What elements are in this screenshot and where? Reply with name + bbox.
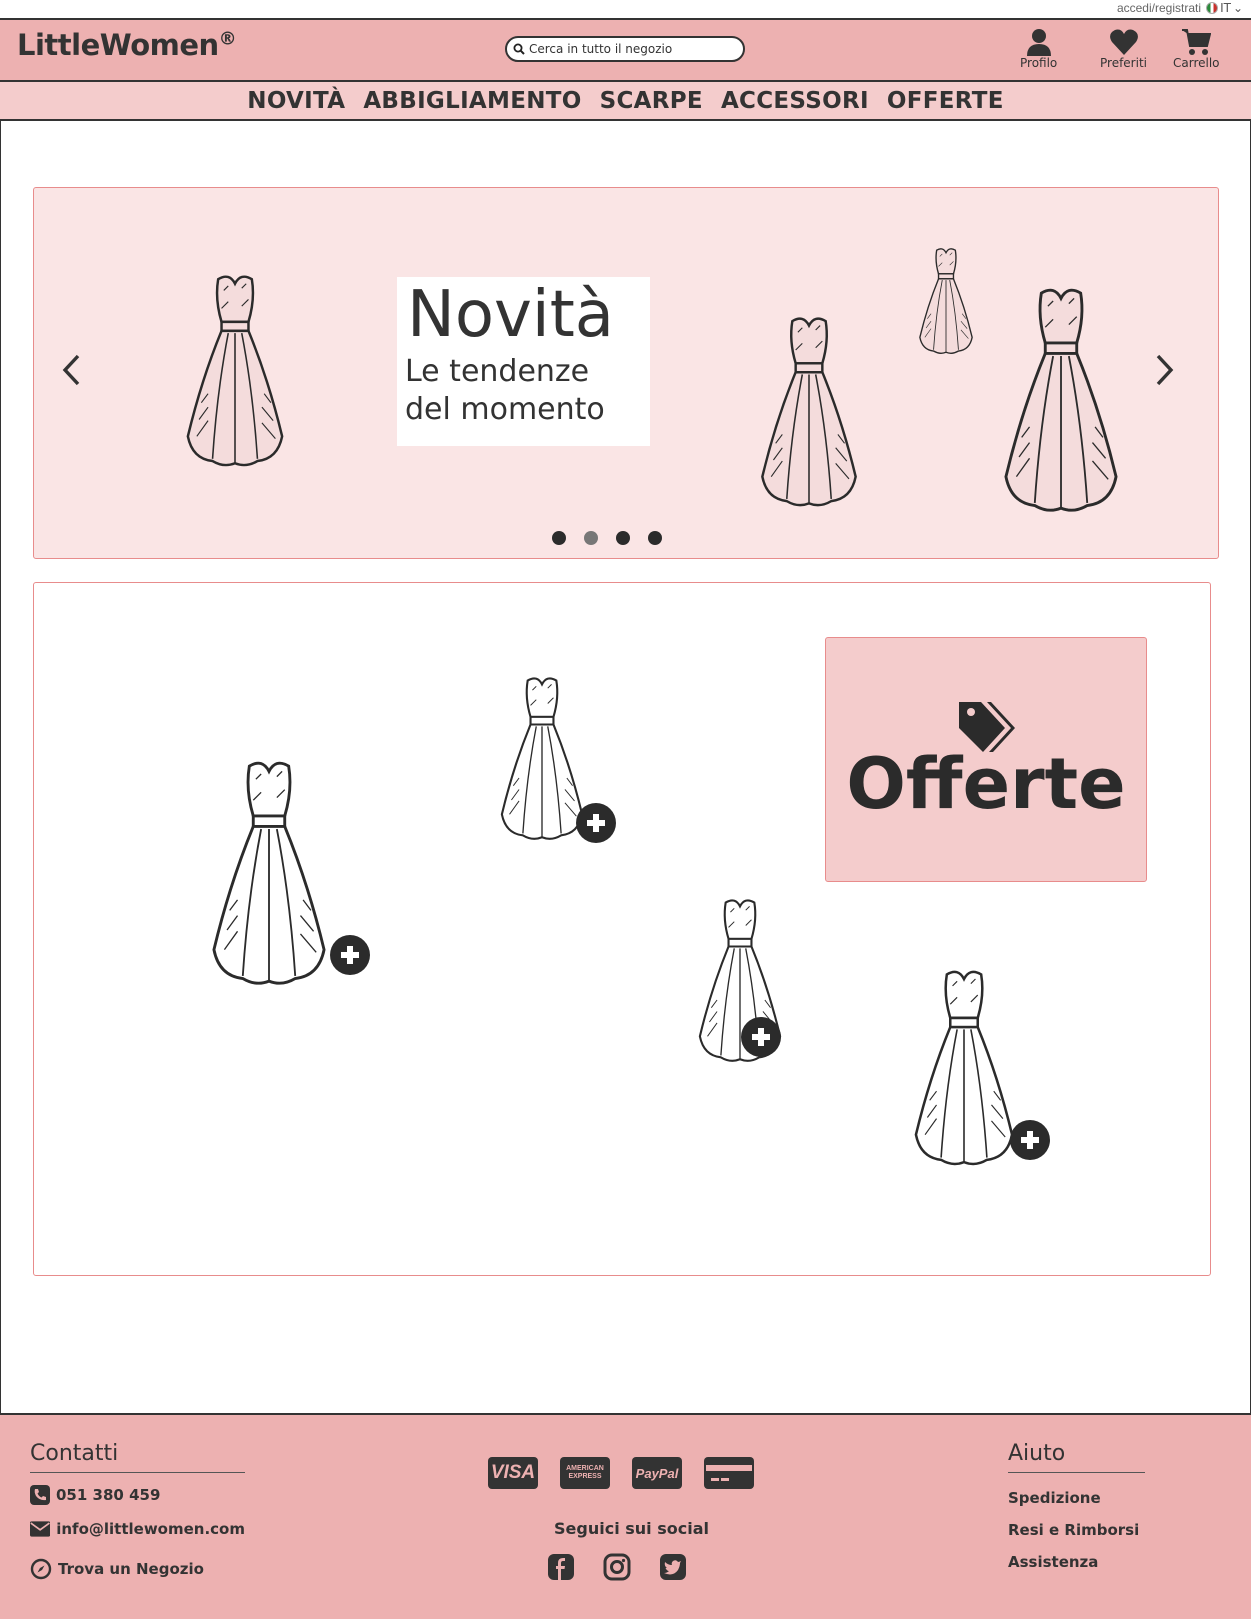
contacts-section: Contatti 051 380 459 info@littlewomen.co… xyxy=(30,1441,245,1581)
favorites-label: Preferiti xyxy=(1100,56,1147,70)
mail-icon xyxy=(30,1521,51,1537)
language-label: IT xyxy=(1220,1,1231,15)
dress-image xyxy=(919,248,973,354)
login-link[interactable]: accedi/registrati xyxy=(1117,1,1201,15)
add-product-button[interactable] xyxy=(1010,1120,1050,1160)
phone-icon xyxy=(30,1485,50,1505)
add-product-button[interactable] xyxy=(576,803,616,843)
logo-text: LittleWomen xyxy=(17,28,219,62)
phone-number: 051 380 459 xyxy=(56,1486,161,1504)
cart-button[interactable]: Carrello xyxy=(1173,28,1220,70)
payment-methods: VISA AMERICAN EXPRESS PayPal xyxy=(488,1457,754,1489)
search-input[interactable] xyxy=(529,42,729,56)
help-link-shipping[interactable]: Spedizione xyxy=(1008,1489,1145,1507)
visa-icon: VISA xyxy=(488,1457,538,1489)
carousel-dot[interactable] xyxy=(648,531,662,545)
carousel-dot[interactable] xyxy=(552,531,566,545)
registered-mark: ® xyxy=(218,28,237,50)
main-nav: NOVITÀ ABBIGLIAMENTO SCARPE ACCESSORI OF… xyxy=(0,82,1251,121)
paypal-icon: PayPal xyxy=(632,1457,682,1489)
visa-label: VISA xyxy=(490,1462,536,1483)
hero-subtitle-line1: Le tendenze xyxy=(405,354,590,389)
search-icon xyxy=(513,43,525,55)
help-link-returns[interactable]: Resi e Rimborsi xyxy=(1008,1521,1145,1539)
logo[interactable]: LittleWomen® xyxy=(17,28,237,62)
nav-item-abbigliamento[interactable]: ABBIGLIAMENTO xyxy=(363,88,581,114)
dress-image xyxy=(698,899,782,1062)
add-product-button[interactable] xyxy=(741,1017,781,1057)
utility-bar: accedi/registrati IT ⌄ xyxy=(0,0,1251,20)
plus-icon xyxy=(587,814,605,832)
paypal-label: PayPal xyxy=(635,1465,679,1481)
header: LittleWomen® Profilo Preferiti Carrello xyxy=(0,20,1251,82)
email-contact[interactable]: info@littlewomen.com xyxy=(30,1517,245,1541)
cart-label: Carrello xyxy=(1173,56,1220,70)
nav-item-scarpe[interactable]: SCARPE xyxy=(600,88,703,114)
help-section: Aiuto Spedizione Resi e Rimborsi Assiste… xyxy=(1008,1441,1145,1571)
heart-icon xyxy=(1109,29,1138,55)
footer: Contatti 051 380 459 info@littlewomen.co… xyxy=(0,1413,1251,1619)
social-links xyxy=(547,1553,687,1585)
social-title: Seguici sui social xyxy=(554,1519,709,1538)
amex-icon: AMERICAN EXPRESS xyxy=(560,1457,610,1489)
dress-image xyxy=(761,317,857,507)
plus-icon xyxy=(341,946,359,964)
help-title: Aiuto xyxy=(1008,1441,1145,1473)
facebook-icon[interactable] xyxy=(547,1553,575,1585)
carousel-dot[interactable] xyxy=(616,531,630,545)
carousel-next-icon[interactable] xyxy=(1152,353,1176,387)
hero-subtitle-line2: del momento xyxy=(405,392,605,427)
nav-item-accessori[interactable]: ACCESSORI xyxy=(721,88,869,114)
nav-item-novita[interactable]: NOVITÀ xyxy=(247,88,345,114)
language-selector[interactable]: IT ⌄ xyxy=(1206,1,1243,15)
profile-button[interactable]: Profilo xyxy=(1020,28,1057,70)
store-locator[interactable]: Trova un Negozio xyxy=(30,1557,245,1581)
contacts-title: Contatti xyxy=(30,1441,245,1473)
credit-card-glyph xyxy=(706,1458,752,1488)
credit-card-icon xyxy=(704,1457,754,1489)
user-icon xyxy=(1026,29,1051,56)
italy-flag-icon xyxy=(1206,2,1219,14)
help-link-support[interactable]: Assistenza xyxy=(1008,1553,1145,1571)
plus-icon xyxy=(752,1028,770,1046)
add-product-button[interactable] xyxy=(330,935,370,975)
email-address: info@littlewomen.com xyxy=(56,1520,245,1538)
chevron-down-icon: ⌄ xyxy=(1232,1,1243,15)
compass-icon xyxy=(30,1558,52,1580)
offers-card[interactable]: Offerte xyxy=(825,637,1147,882)
hero-caption: Novità Le tendenze del momento xyxy=(397,277,650,446)
search-bar xyxy=(505,36,745,62)
twitter-icon[interactable] xyxy=(659,1553,687,1585)
nav-item-offerte[interactable]: OFFERTE xyxy=(887,88,1004,114)
carousel-prev-icon[interactable] xyxy=(60,353,84,387)
favorites-button[interactable]: Preferiti xyxy=(1100,28,1147,70)
profile-label: Profilo xyxy=(1020,56,1058,70)
carousel-indicators xyxy=(552,531,662,545)
dress-image xyxy=(186,275,284,467)
carousel-dot-active[interactable] xyxy=(584,531,598,545)
phone-contact[interactable]: 051 380 459 xyxy=(30,1483,245,1507)
hero-title: Novità xyxy=(407,278,614,352)
dress-image xyxy=(1004,288,1118,512)
plus-icon xyxy=(1021,1131,1039,1149)
offers-title: Offerte xyxy=(846,742,1126,825)
store-locator-label: Trova un Negozio xyxy=(58,1560,204,1578)
offers-panel: Offerte xyxy=(33,582,1211,1276)
cart-icon xyxy=(1182,29,1212,55)
amex-label: AMERICAN EXPRESS xyxy=(566,1465,604,1480)
hero-carousel: Novità Le tendenze del momento xyxy=(33,187,1219,559)
instagram-icon[interactable] xyxy=(603,1553,631,1585)
